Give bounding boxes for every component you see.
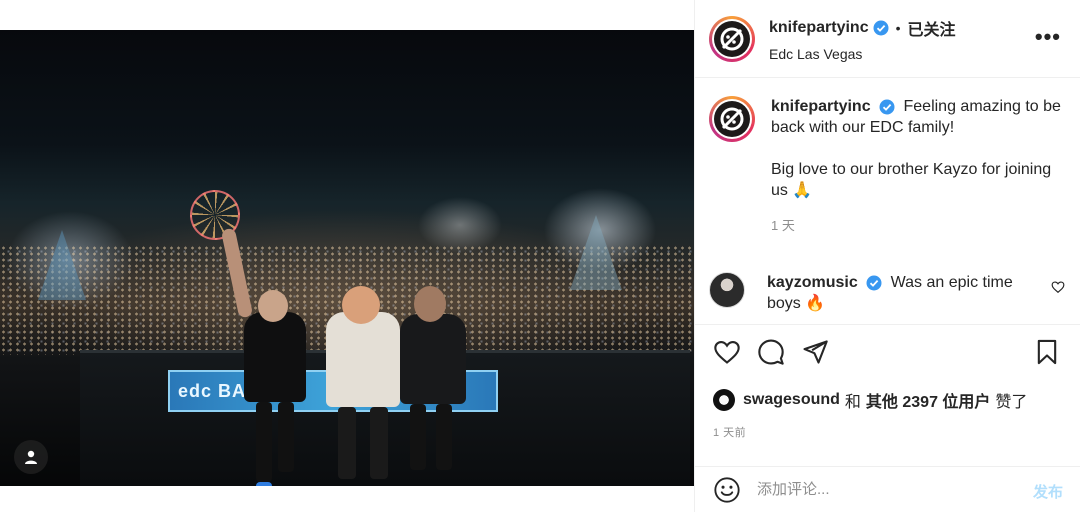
post-header: knifepartyinc • 已关注 Edc Las Vegas ••• xyxy=(695,0,1080,78)
emoji-icon[interactable] xyxy=(713,476,741,504)
post-location[interactable]: Edc Las Vegas xyxy=(769,46,956,62)
separator-dot: • xyxy=(895,19,901,36)
knife-party-logo-icon xyxy=(720,107,744,131)
liker-avatar[interactable] xyxy=(713,389,735,411)
add-comment-bar: 发布 xyxy=(695,466,1080,512)
caption-avatar[interactable] xyxy=(709,96,755,142)
post-actions xyxy=(713,338,1065,368)
post-photo[interactable]: edc BASS xyxy=(0,30,694,486)
following-button[interactable]: 已关注 xyxy=(908,16,956,40)
caption-username[interactable]: knifepartyinc xyxy=(771,98,871,115)
person-right xyxy=(394,256,474,486)
person-left xyxy=(220,227,320,486)
post-media: edc BASS xyxy=(0,0,694,512)
comment-bubble-icon[interactable] xyxy=(757,338,785,366)
likes-summary: swagesound 和 其他 2397 位用户 赞了 xyxy=(713,388,1027,412)
stage-light-left xyxy=(38,230,86,300)
verified-badge-icon xyxy=(873,20,889,35)
tagged-users-button[interactable] xyxy=(14,440,48,474)
comment-item: kayzomusic Was an epic time boys 🔥 xyxy=(709,272,1075,314)
post-comment-button[interactable]: 发布 xyxy=(1033,481,1063,502)
post-timestamp[interactable]: 1 天前 xyxy=(713,424,746,440)
verified-badge-icon xyxy=(866,275,882,291)
caption-line-2: Big love to our brother Kayzo for joinin… xyxy=(771,161,1052,199)
likes-suffix: 赞了 xyxy=(995,394,1028,411)
share-paper-plane-icon[interactable] xyxy=(801,338,829,366)
post-caption: knifepartyinc Feeling amazing to be back… xyxy=(709,96,1069,236)
stage-light-right xyxy=(570,215,622,290)
liker-username[interactable]: swagesound xyxy=(743,391,840,409)
likes-connector: 和 xyxy=(844,394,861,411)
save-bookmark-icon[interactable] xyxy=(1033,338,1061,366)
instagram-post-view: edc BASS knifepartyinc • 已关注 Edc Las Veg… xyxy=(0,0,1080,512)
verified-badge-icon xyxy=(879,99,895,115)
comment-input[interactable] xyxy=(757,481,1007,498)
comment-like-icon[interactable] xyxy=(1051,280,1065,294)
author-avatar[interactable] xyxy=(709,15,755,62)
like-heart-icon[interactable] xyxy=(713,338,741,366)
caption-timestamp: 1 天 xyxy=(771,218,795,233)
author-username[interactable]: knifepartyinc xyxy=(769,19,869,37)
commenter-avatar[interactable] xyxy=(709,272,745,308)
user-icon xyxy=(25,450,37,464)
actions-divider xyxy=(695,324,1080,325)
commenter-username[interactable]: kayzomusic xyxy=(767,274,858,291)
post-sidebar: knifepartyinc • 已关注 Edc Las Vegas ••• kn… xyxy=(694,0,1080,512)
knife-party-logo-icon xyxy=(720,27,744,50)
more-options-button[interactable]: ••• xyxy=(1035,26,1061,48)
other-likers-link[interactable]: 其他 2397 位用户 xyxy=(866,388,991,412)
